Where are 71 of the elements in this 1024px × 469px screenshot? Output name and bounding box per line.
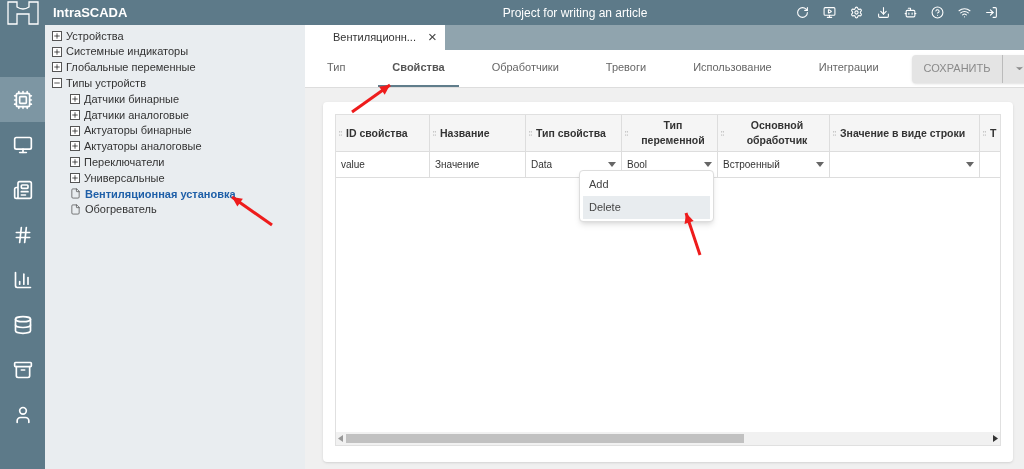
expand-icon[interactable] (70, 94, 80, 105)
annotation-arrow (684, 212, 702, 256)
expand-icon[interactable] (52, 46, 62, 57)
column-header[interactable]: Основной обработчик (728, 118, 826, 148)
newspaper-icon (12, 179, 33, 200)
tab[interactable]: Тип (313, 50, 360, 87)
expand-icon[interactable] (52, 30, 62, 41)
help-icon[interactable] (931, 6, 944, 19)
tree-item[interactable]: Датчики бинарные (84, 90, 180, 108)
column-header[interactable]: Т (990, 125, 997, 141)
column-header[interactable]: Тип свойства (536, 125, 606, 141)
chip-icon (12, 89, 33, 110)
close-button[interactable]: × (427, 26, 437, 49)
select-cell[interactable]: Встроенный (718, 152, 830, 177)
expand-icon[interactable] (70, 173, 80, 184)
caret-icon (966, 162, 974, 167)
expand-icon[interactable] (70, 157, 80, 168)
collapse-icon[interactable] (52, 78, 62, 89)
project-title: Project for writing an article (501, 4, 649, 22)
annotation-arrow (351, 83, 391, 114)
tree-item[interactable]: Универсальные (84, 169, 165, 187)
wifi-icon[interactable] (958, 6, 971, 19)
monitor-play-icon[interactable] (823, 6, 836, 19)
scrollbar-thumb[interactable] (346, 434, 744, 443)
document-tab[interactable]: Вентиляционн... × (305, 25, 445, 50)
caret-icon (608, 162, 616, 167)
file-icon (70, 188, 81, 200)
document-tab-label: Вентиляционн... (333, 30, 416, 46)
column-header[interactable]: Название (440, 125, 490, 141)
expand-icon[interactable] (52, 62, 62, 73)
tree-item[interactable]: Устройства (66, 27, 124, 45)
nav-rail-button[interactable] (0, 77, 45, 122)
logo-icon (5, 0, 40, 25)
download-icon[interactable] (877, 6, 890, 19)
table-cell: Значение (430, 152, 526, 177)
settings-icon[interactable] (850, 6, 863, 19)
database-icon (12, 314, 33, 335)
scroll-right-icon[interactable] (993, 435, 998, 442)
column-header[interactable]: ID свойства (346, 125, 408, 141)
expand-icon[interactable] (70, 109, 80, 120)
tab[interactable]: Обработчики (477, 50, 573, 87)
expand-icon[interactable] (70, 141, 80, 152)
column-header[interactable]: Значение в виде строки (840, 125, 966, 141)
file-icon (70, 204, 81, 216)
scroll-left-icon[interactable] (338, 435, 343, 442)
archive-icon (12, 359, 33, 380)
tree-item[interactable]: Актуаторы аналоговые (84, 138, 202, 155)
horizontal-scrollbar[interactable] (336, 432, 1000, 445)
menu-item[interactable]: Delete (583, 196, 710, 219)
tab[interactable]: Использование (679, 50, 786, 87)
refresh-icon[interactable] (796, 6, 809, 19)
column-header[interactable]: Тип переменной (632, 118, 714, 148)
monitor-icon (12, 134, 33, 155)
caret-icon (704, 162, 712, 167)
caret-icon (816, 162, 824, 167)
tree-item[interactable]: Актуаторы бинарные (84, 122, 192, 139)
tab[interactable]: Тревоги (591, 50, 661, 87)
bar-chart-icon (12, 269, 33, 290)
tree-item[interactable]: Датчики аналоговые (84, 106, 189, 124)
tree-item[interactable]: Системные индикаторы (66, 43, 189, 60)
app-name: IntraSCADA (52, 3, 129, 22)
tree-item[interactable]: Обогреватель (85, 201, 157, 218)
table-cell: value (336, 152, 430, 177)
logout-icon[interactable] (985, 6, 998, 19)
robot-icon[interactable] (904, 6, 917, 19)
tree-item[interactable]: Переключатели (84, 154, 165, 171)
tree-item[interactable]: Глобальные переменные (66, 59, 196, 76)
expand-icon[interactable] (70, 125, 80, 136)
tree-item[interactable]: Вентиляционная установка (85, 185, 236, 203)
tree-item[interactable]: Типы устройств (66, 75, 146, 92)
tab[interactable]: Интеграции (804, 50, 893, 87)
